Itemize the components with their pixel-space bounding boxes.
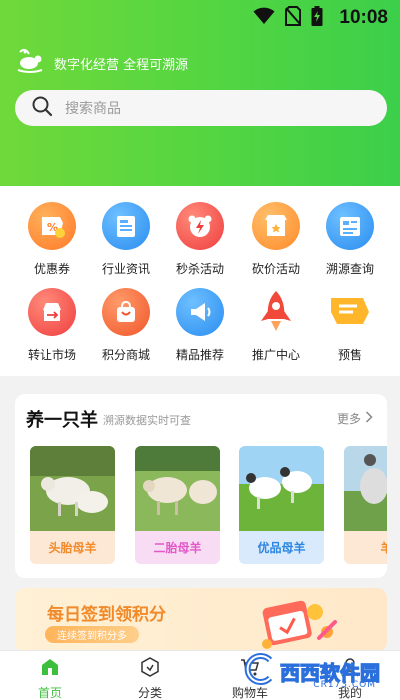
grid-item-bargain[interactable]: 砍价活动 [236, 202, 316, 277]
sheep-item-second-birth[interactable]: 二胎母羊 [135, 446, 220, 564]
watermark-subtext: CR173.COM [313, 680, 376, 690]
grid-item-label: 预售 [337, 348, 362, 362]
coupon-icon: % [28, 202, 76, 250]
calendar-icon [257, 592, 341, 652]
more-label: 更多 [336, 412, 361, 426]
sheep-item-first-birth[interactable]: 头胎母羊 [30, 446, 115, 564]
grid-item-label: 积分商城 [101, 348, 150, 362]
grid-item-label: 精品推荐 [175, 348, 224, 362]
sheep-label: 优品母羊 [239, 531, 324, 564]
sheep-label: 二胎母羊 [135, 531, 220, 564]
tab-label: 首页 [37, 686, 62, 700]
grid-item-label: 溯源查询 [325, 262, 374, 276]
sheep-item-premium[interactable]: 优品母羊 [239, 446, 324, 564]
grid-item-label: 砍价活动 [251, 262, 300, 276]
sheep-logo-icon [16, 48, 44, 78]
category-icon [140, 657, 160, 681]
megaphone-icon [176, 288, 224, 336]
sheep-photo [135, 446, 220, 531]
flash-sale-icon [176, 202, 224, 250]
search-icon [31, 95, 53, 121]
header: 10:08 数字化经营 全程可溯源 搜索商品 [0, 0, 400, 186]
grid-item-promotion[interactable]: 推广中心 [236, 288, 316, 363]
search-input[interactable]: 搜索商品 [65, 98, 121, 118]
points-mall-icon [102, 288, 150, 336]
section-title: 养一只羊 [26, 410, 98, 431]
grid-item-trace-query[interactable]: 溯源查询 [310, 202, 390, 277]
more-link[interactable]: 更多 [337, 410, 373, 427]
sheep-section: 养一只羊 溯源数据实时可查 更多 头胎母羊 二胎母羊 优品母羊 羊 [15, 394, 387, 578]
brand-slogan: 数字化经营 全程可溯源 [54, 57, 189, 73]
tab-home[interactable]: 首页 [20, 657, 80, 700]
grid-item-label: 转让市场 [27, 348, 76, 362]
sheep-photo [30, 446, 115, 531]
news-icon [102, 202, 150, 250]
section-subtitle: 溯源数据实时可查 [103, 414, 191, 427]
banner-title: 每日签到领积分 [47, 605, 166, 625]
status-bar: 10:08 [0, 0, 400, 36]
status-time: 10:08 [339, 7, 388, 28]
chevron-right-icon [365, 411, 373, 426]
grid-item-label: 推广中心 [251, 348, 300, 362]
watermark-logo-icon [242, 652, 276, 690]
grid-item-label: 优惠券 [33, 262, 70, 276]
transfer-market-icon [28, 288, 76, 336]
grid-item-coupon[interactable]: % 优惠券 [12, 202, 92, 277]
grid-item-label: 秒杀活动 [175, 262, 224, 276]
daily-checkin-banner[interactable]: 每日签到领积分 连续签到积分多 [15, 588, 387, 652]
rocket-icon [252, 288, 300, 336]
sheep-photo [239, 446, 324, 531]
sheep-item-fourth[interactable]: 羊 [344, 446, 387, 564]
feature-grid: % 优惠券 行业资讯 秒杀活动 砍价活动 溯源查询 转让市场 积分商城 精品推荐… [0, 186, 400, 376]
grid-item-recommend[interactable]: 精品推荐 [160, 288, 240, 363]
presale-icon [326, 288, 374, 336]
checkin-button[interactable]: 连续签到积分多 [45, 626, 139, 643]
grid-item-presale[interactable]: 预售 [310, 288, 390, 363]
sheep-label: 羊 [344, 531, 387, 564]
tab-label: 分类 [137, 686, 162, 700]
grid-item-news[interactable]: 行业资讯 [86, 202, 166, 277]
battery-charging-icon [311, 6, 323, 30]
wifi-icon [253, 7, 275, 29]
grid-item-label: 行业资讯 [101, 262, 150, 276]
grid-item-flash-sale[interactable]: 秒杀活动 [160, 202, 240, 277]
sheep-photo [344, 446, 387, 531]
home-icon [40, 657, 60, 681]
grid-item-transfer-market[interactable]: 转让市场 [12, 288, 92, 363]
brand: 数字化经营 全程可溯源 [16, 48, 188, 78]
sheep-label: 头胎母羊 [30, 531, 115, 564]
store-icon [252, 202, 300, 250]
trace-query-icon [326, 202, 374, 250]
tab-category[interactable]: 分类 [120, 657, 180, 700]
search-bar[interactable]: 搜索商品 [15, 90, 387, 126]
no-sim-icon [285, 6, 302, 30]
grid-item-points-mall[interactable]: 积分商城 [86, 288, 166, 363]
